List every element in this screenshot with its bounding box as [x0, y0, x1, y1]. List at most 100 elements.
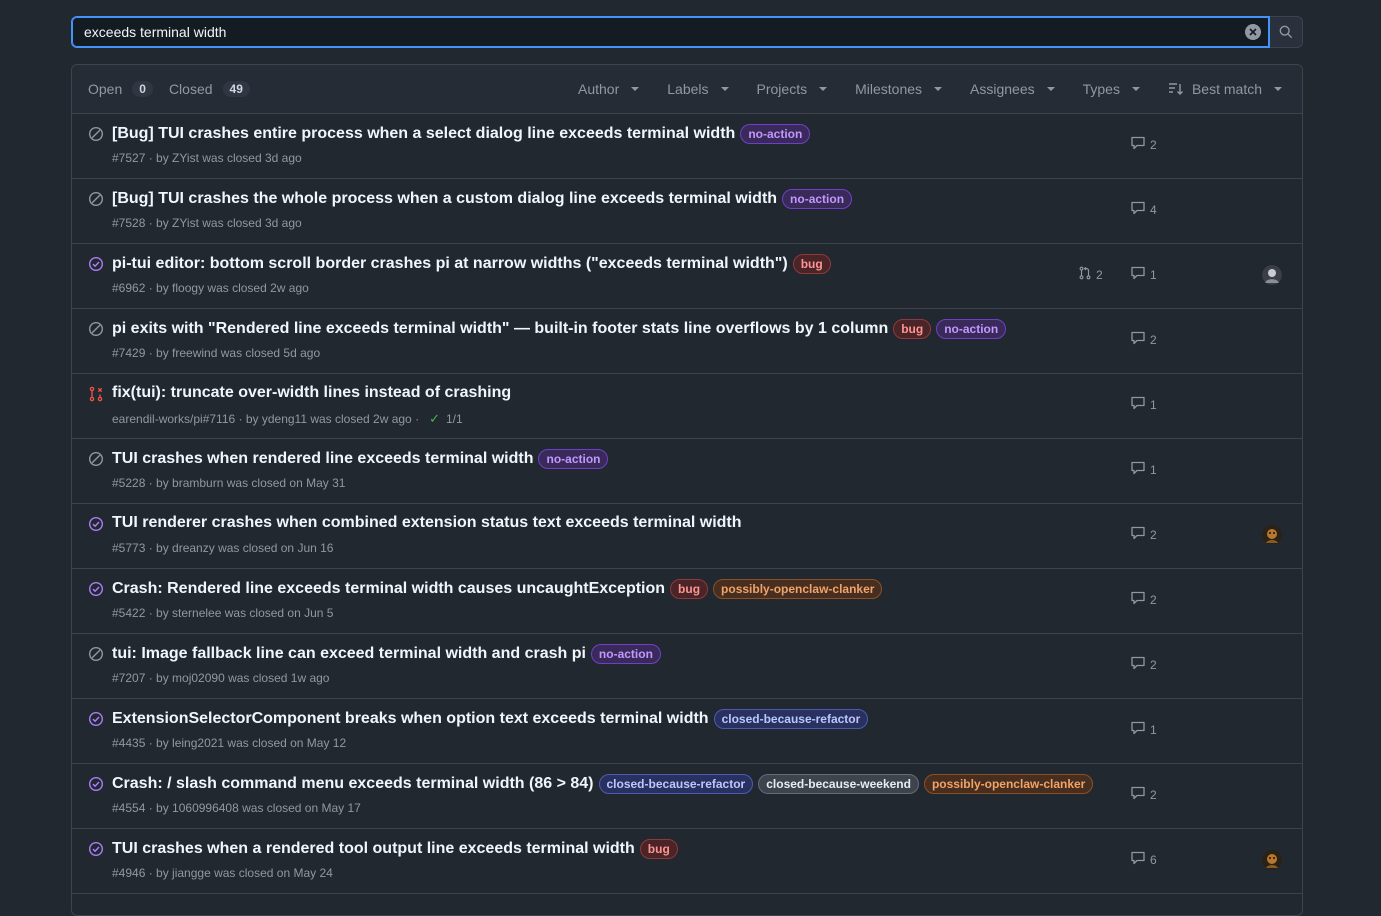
sort-label: Best match — [1191, 81, 1262, 97]
assignee-avatar[interactable] — [1262, 525, 1282, 545]
label-no-action[interactable]: no-action — [740, 124, 811, 144]
assignee-avatar[interactable] — [1262, 850, 1282, 870]
label-bug[interactable]: bug — [792, 254, 831, 274]
issue-title-link[interactable]: TUI crashes when rendered line exceeds t… — [112, 450, 533, 468]
issue-title-link[interactable]: fix(tui): truncate over-width lines inst… — [112, 384, 511, 402]
linked-pull-requests[interactable]: 2 — [1078, 266, 1103, 283]
issue-not-planned-icon — [88, 191, 104, 207]
issue-title-link[interactable]: TUI renderer crashes when combined exten… — [112, 514, 742, 532]
label-possibly-openclaw-clanker[interactable]: possibly-openclaw-clanker — [713, 579, 883, 599]
issue-meta: #5422 · by sternelee was closed on Jun 5 — [112, 606, 333, 620]
chevron-down-icon — [1274, 87, 1282, 91]
issue-title-link[interactable]: TUI crashes when a rendered tool output … — [112, 840, 635, 858]
sort-dropdown[interactable]: Best match — [1168, 81, 1282, 97]
label-no-action[interactable]: no-action — [590, 644, 661, 664]
filter-labels[interactable]: Labels — [667, 81, 729, 97]
comments-number: 2 — [1150, 332, 1157, 347]
issue-meta: #7207 · by moj02090 was closed 1w ago — [112, 671, 329, 685]
issue-title-link[interactable]: [Bug] TUI crashes the whole process when… — [112, 190, 777, 208]
clear-search-icon[interactable] — [1245, 24, 1261, 40]
label-bug[interactable]: bug — [639, 839, 678, 859]
issue-title-link[interactable]: tui: Image fallback line can exceed term… — [112, 645, 586, 663]
filter-types[interactable]: Types — [1083, 81, 1140, 97]
comments-count[interactable]: 4 — [1130, 201, 1157, 218]
issue-title-link[interactable]: Crash: Rendered line exceeds terminal wi… — [112, 580, 665, 598]
issue-list: [Bug] TUI crashes entire process when a … — [72, 114, 1302, 894]
chevron-down-icon — [819, 87, 828, 91]
filter-label: Milestones — [855, 81, 923, 97]
issue-not-planned-icon — [88, 321, 104, 337]
label-possibly-openclaw-clanker[interactable]: possibly-openclaw-clanker — [923, 774, 1094, 794]
issue-meta-text: #5228 · by bramburn was closed on May 31 — [112, 476, 346, 490]
issue-row: tui: Image fallback line can exceed term… — [72, 634, 1302, 699]
search-icon — [1279, 25, 1293, 39]
issue-title-link[interactable]: Crash: / slash command menu exceeds term… — [112, 775, 594, 793]
issue-meta: #7527 · by ZYist was closed 3d ago — [112, 151, 302, 165]
filter-author[interactable]: Author — [578, 81, 640, 97]
search-input[interactable]: exceeds terminal width — [71, 16, 1270, 48]
comment-icon — [1130, 656, 1150, 673]
issue-meta: #4435 · by leing2021 was closed on May 1… — [112, 736, 346, 750]
issue-meta-text: #4435 · by leing2021 was closed on May 1… — [112, 736, 347, 750]
label-no-action[interactable]: no-action — [936, 319, 1007, 339]
comments-count[interactable]: 1 — [1130, 396, 1157, 413]
comments-count[interactable]: 1 — [1130, 266, 1157, 283]
issue-row: [Bug] TUI crashes the whole process when… — [72, 179, 1302, 244]
assignee-avatar[interactable] — [1262, 265, 1282, 285]
comments-count[interactable]: 2 — [1130, 526, 1157, 543]
label-closed-because-refactor[interactable]: closed-because-refactor — [713, 709, 869, 729]
comment-icon — [1130, 851, 1150, 868]
issue-title-link[interactable]: pi exits with "Rendered line exceeds ter… — [112, 320, 888, 338]
issue-title-line: pi-tui editor: bottom scroll border cras… — [112, 254, 831, 274]
issue-meta-text: #7528 · by ZYist was closed 3d ago — [112, 216, 302, 230]
filter-bar: Author Labels Projects Milestones Assignees T… — [550, 81, 1286, 97]
search-query: exceeds terminal width — [84, 24, 227, 40]
comment-icon — [1130, 396, 1150, 413]
tab-open[interactable]: Open 0 — [88, 81, 153, 97]
checks-count[interactable]: 1/1 — [446, 412, 463, 426]
filter-projects[interactable]: Projects — [757, 81, 828, 97]
comments-count[interactable]: 2 — [1130, 331, 1157, 348]
linked-prs-count: 2 — [1096, 267, 1103, 282]
issue-title-link[interactable]: pi-tui editor: bottom scroll border cras… — [112, 255, 788, 273]
label-bug[interactable]: bug — [893, 319, 932, 339]
comment-icon — [1130, 461, 1150, 478]
search-button[interactable] — [1270, 16, 1303, 48]
comments-number: 1 — [1150, 267, 1157, 282]
comments-number: 2 — [1150, 787, 1157, 802]
issue-title-line: Crash: Rendered line exceeds terminal wi… — [112, 579, 883, 599]
chevron-down-icon — [1046, 87, 1055, 91]
issue-meta: #4554 · by 1060996408 was closed on May … — [112, 801, 361, 815]
comments-count[interactable]: 1 — [1130, 721, 1157, 738]
issue-meta-text: #5773 · by dreanzy was closed on Jun 16 — [112, 541, 334, 555]
comments-count[interactable]: 6 — [1130, 851, 1157, 868]
comments-count[interactable]: 2 — [1130, 136, 1157, 153]
filter-milestones[interactable]: Milestones — [855, 81, 943, 97]
label-closed-because-weekend[interactable]: closed-because-weekend — [758, 774, 919, 794]
label-no-action[interactable]: no-action — [782, 189, 853, 209]
issue-title-link[interactable]: [Bug] TUI crashes entire process when a … — [112, 125, 735, 143]
comments-count[interactable]: 2 — [1130, 786, 1157, 803]
comment-icon — [1130, 721, 1150, 738]
label-bug[interactable]: bug — [670, 579, 709, 599]
comments-number: 6 — [1150, 852, 1157, 867]
chevron-down-icon — [631, 87, 640, 91]
issue-closed-icon — [88, 581, 104, 597]
comments-count[interactable]: 2 — [1130, 591, 1157, 608]
issue-row: Crash: Rendered line exceeds terminal wi… — [72, 569, 1302, 634]
closed-count-badge: 49 — [222, 81, 250, 97]
filter-assignees[interactable]: Assignees — [970, 81, 1055, 97]
issues-panel: Open 0 Closed 49 Author Labels Projects Mil… — [71, 64, 1303, 916]
issue-meta-text: #4554 · by 1060996408 was closed on May … — [112, 801, 361, 815]
tab-closed[interactable]: Closed 49 — [169, 81, 250, 97]
issue-title-line: TUI crashes when a rendered tool output … — [112, 839, 678, 859]
search-bar: exceeds terminal width — [71, 16, 1303, 48]
label-closed-because-refactor[interactable]: closed-because-refactor — [598, 774, 754, 794]
issue-meta: #5228 · by bramburn was closed on May 31 — [112, 476, 345, 490]
comments-count[interactable]: 1 — [1130, 461, 1157, 478]
comments-count[interactable]: 2 — [1130, 656, 1157, 673]
issue-row: TUI crashes when rendered line exceeds t… — [72, 439, 1302, 504]
comments-number: 4 — [1150, 202, 1157, 217]
issue-title-link[interactable]: ExtensionSelectorComponent breaks when o… — [112, 710, 709, 728]
label-no-action[interactable]: no-action — [538, 449, 609, 469]
